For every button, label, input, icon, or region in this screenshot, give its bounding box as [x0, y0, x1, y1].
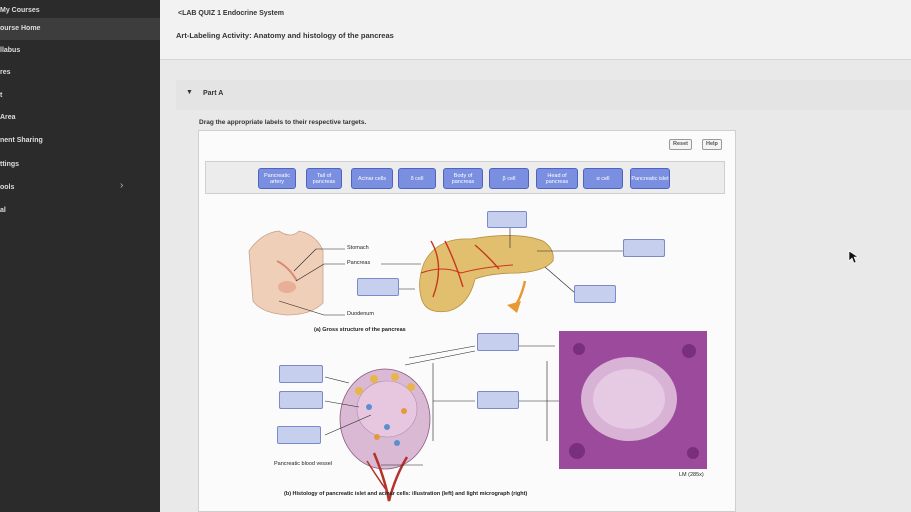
label-chip-alpha-cell[interactable]: α cell: [583, 168, 623, 189]
caret-down-icon[interactable]: ▼: [186, 89, 193, 96]
drop-target-3[interactable]: [357, 278, 399, 296]
part-a-label: Part A: [203, 90, 224, 97]
sidebar-item-label: ourse Home: [0, 25, 41, 32]
sidebar-item-resources[interactable]: res: [0, 62, 160, 84]
sidebar-item-syllabus[interactable]: llabus: [0, 40, 160, 62]
page-title: Art-Labeling Activity: Anatomy and histo…: [176, 31, 394, 40]
label-bank: Pancreatic artery Tail of pancreas Acina…: [205, 161, 725, 194]
sidebar-item-label: al: [0, 207, 6, 214]
sidebar-item-t[interactable]: t: [0, 85, 160, 107]
sidebar-item-content-sharing[interactable]: nent Sharing: [0, 130, 160, 152]
magnification-label: LM (285x): [679, 472, 704, 478]
drop-target-5[interactable]: [477, 333, 519, 351]
pancreas-figure: Stomach Pancreas Duodenum (a) Gross stru…: [199, 201, 737, 512]
mouse-pointer-icon: [848, 250, 858, 264]
sidebar-item-settings[interactable]: ttings: [0, 154, 160, 176]
sidebar-item-label: nent Sharing: [0, 137, 43, 144]
sidebar-item-label: ttings: [0, 161, 20, 168]
sidebar-item-label: ools: [0, 184, 15, 191]
drop-target-8[interactable]: [477, 391, 519, 409]
sidebar-item-tools[interactable]: ools: [0, 177, 160, 199]
sidebar-item-course-home[interactable]: ourse Home: [0, 18, 160, 40]
sidebar-item-label: My Courses: [0, 7, 40, 14]
drop-target-2[interactable]: [623, 239, 665, 257]
main-content: <LAB QUIZ 1 Endocrine System Art-Labelin…: [160, 0, 911, 512]
caption-histology: (b) Histology of pancreatic islet and ac…: [284, 491, 528, 497]
label-chip-head-of-pancreas[interactable]: Head of pancreas: [536, 168, 578, 189]
instructions-text: Drag the appropriate labels to their res…: [199, 119, 367, 126]
caption-gross-structure: (a) Gross structure of the pancreas: [314, 327, 406, 333]
label-chip-beta-cell[interactable]: β cell: [489, 168, 529, 189]
help-button[interactable]: Help: [702, 139, 722, 150]
part-a-header[interactable]: ▼ Part A: [176, 80, 911, 110]
sidebar-item-area[interactable]: Area: [0, 107, 160, 129]
back-to-assignment-link[interactable]: <LAB QUIZ 1 Endocrine System: [178, 10, 284, 17]
label-chip-body-of-pancreas[interactable]: Body of pancreas: [443, 168, 483, 189]
labeling-workarea: Reset Help Pancreatic artery Tail of pan…: [198, 130, 736, 512]
sidebar-item-label: llabus: [0, 47, 21, 54]
label-chip-tail-of-pancreas[interactable]: Tail of pancreas: [306, 168, 342, 189]
label-chip-delta-cell[interactable]: δ cell: [398, 168, 436, 189]
blood-vessel-label: Pancreatic blood vessel: [274, 461, 333, 467]
duodenum-label: Duodenum: [347, 311, 374, 317]
drop-target-7[interactable]: [279, 391, 323, 409]
chevron-right-icon[interactable]: ›: [120, 180, 123, 191]
assignment-header: <LAB QUIZ 1 Endocrine System Art-Labelin…: [160, 0, 911, 60]
course-sidebar: My Courses ourse Home llabus res t Area …: [0, 0, 160, 512]
sidebar-item-al[interactable]: al: [0, 200, 160, 222]
label-chip-acinar-cells[interactable]: Acinar cells: [351, 168, 393, 189]
drop-target-4[interactable]: [574, 285, 616, 303]
drop-target-1[interactable]: [487, 211, 527, 228]
drop-target-9[interactable]: [277, 426, 321, 444]
label-chip-pancreatic-artery[interactable]: Pancreatic artery: [258, 168, 296, 189]
stomach-label: Stomach: [347, 245, 369, 251]
sidebar-item-label: t: [0, 92, 3, 99]
sidebar-item-label: Area: [0, 114, 16, 121]
sidebar-item-label: res: [0, 69, 11, 76]
drop-target-6[interactable]: [279, 365, 323, 383]
pancreas-label: Pancreas: [347, 260, 371, 266]
label-chip-pancreatic-islet[interactable]: Pancreatic islet: [630, 168, 670, 189]
reset-button[interactable]: Reset: [669, 139, 692, 150]
